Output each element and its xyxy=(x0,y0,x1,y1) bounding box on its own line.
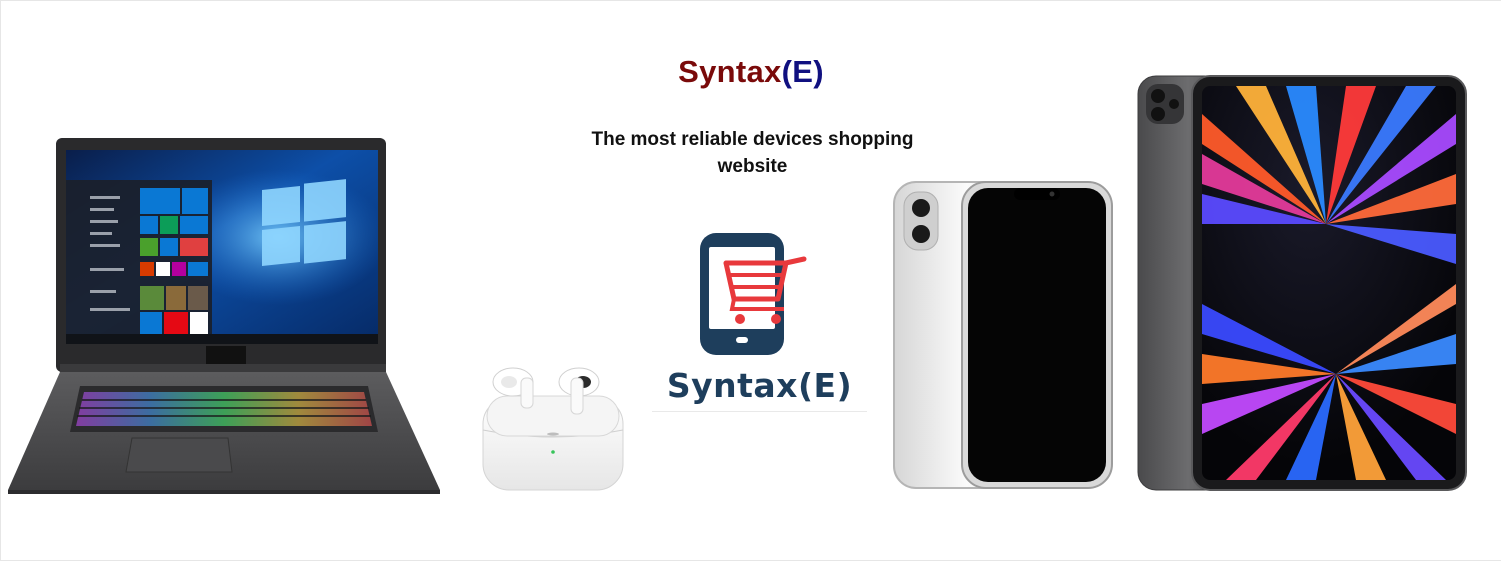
brand-logo: Syntax(E) xyxy=(652,215,867,415)
smartphone-image xyxy=(893,181,1113,489)
logo-divider xyxy=(652,411,867,412)
tablet-image xyxy=(1137,75,1467,491)
site-title-name: Syntax xyxy=(678,54,782,89)
site-title-suffix: (E) xyxy=(781,54,824,89)
earbuds-image xyxy=(482,367,624,491)
site-tagline: The most reliable devices shopping websi… xyxy=(591,129,914,177)
laptop-image xyxy=(8,138,440,494)
logo-text: Syntax(E) xyxy=(666,366,853,405)
cart-phone-icon xyxy=(700,233,807,355)
